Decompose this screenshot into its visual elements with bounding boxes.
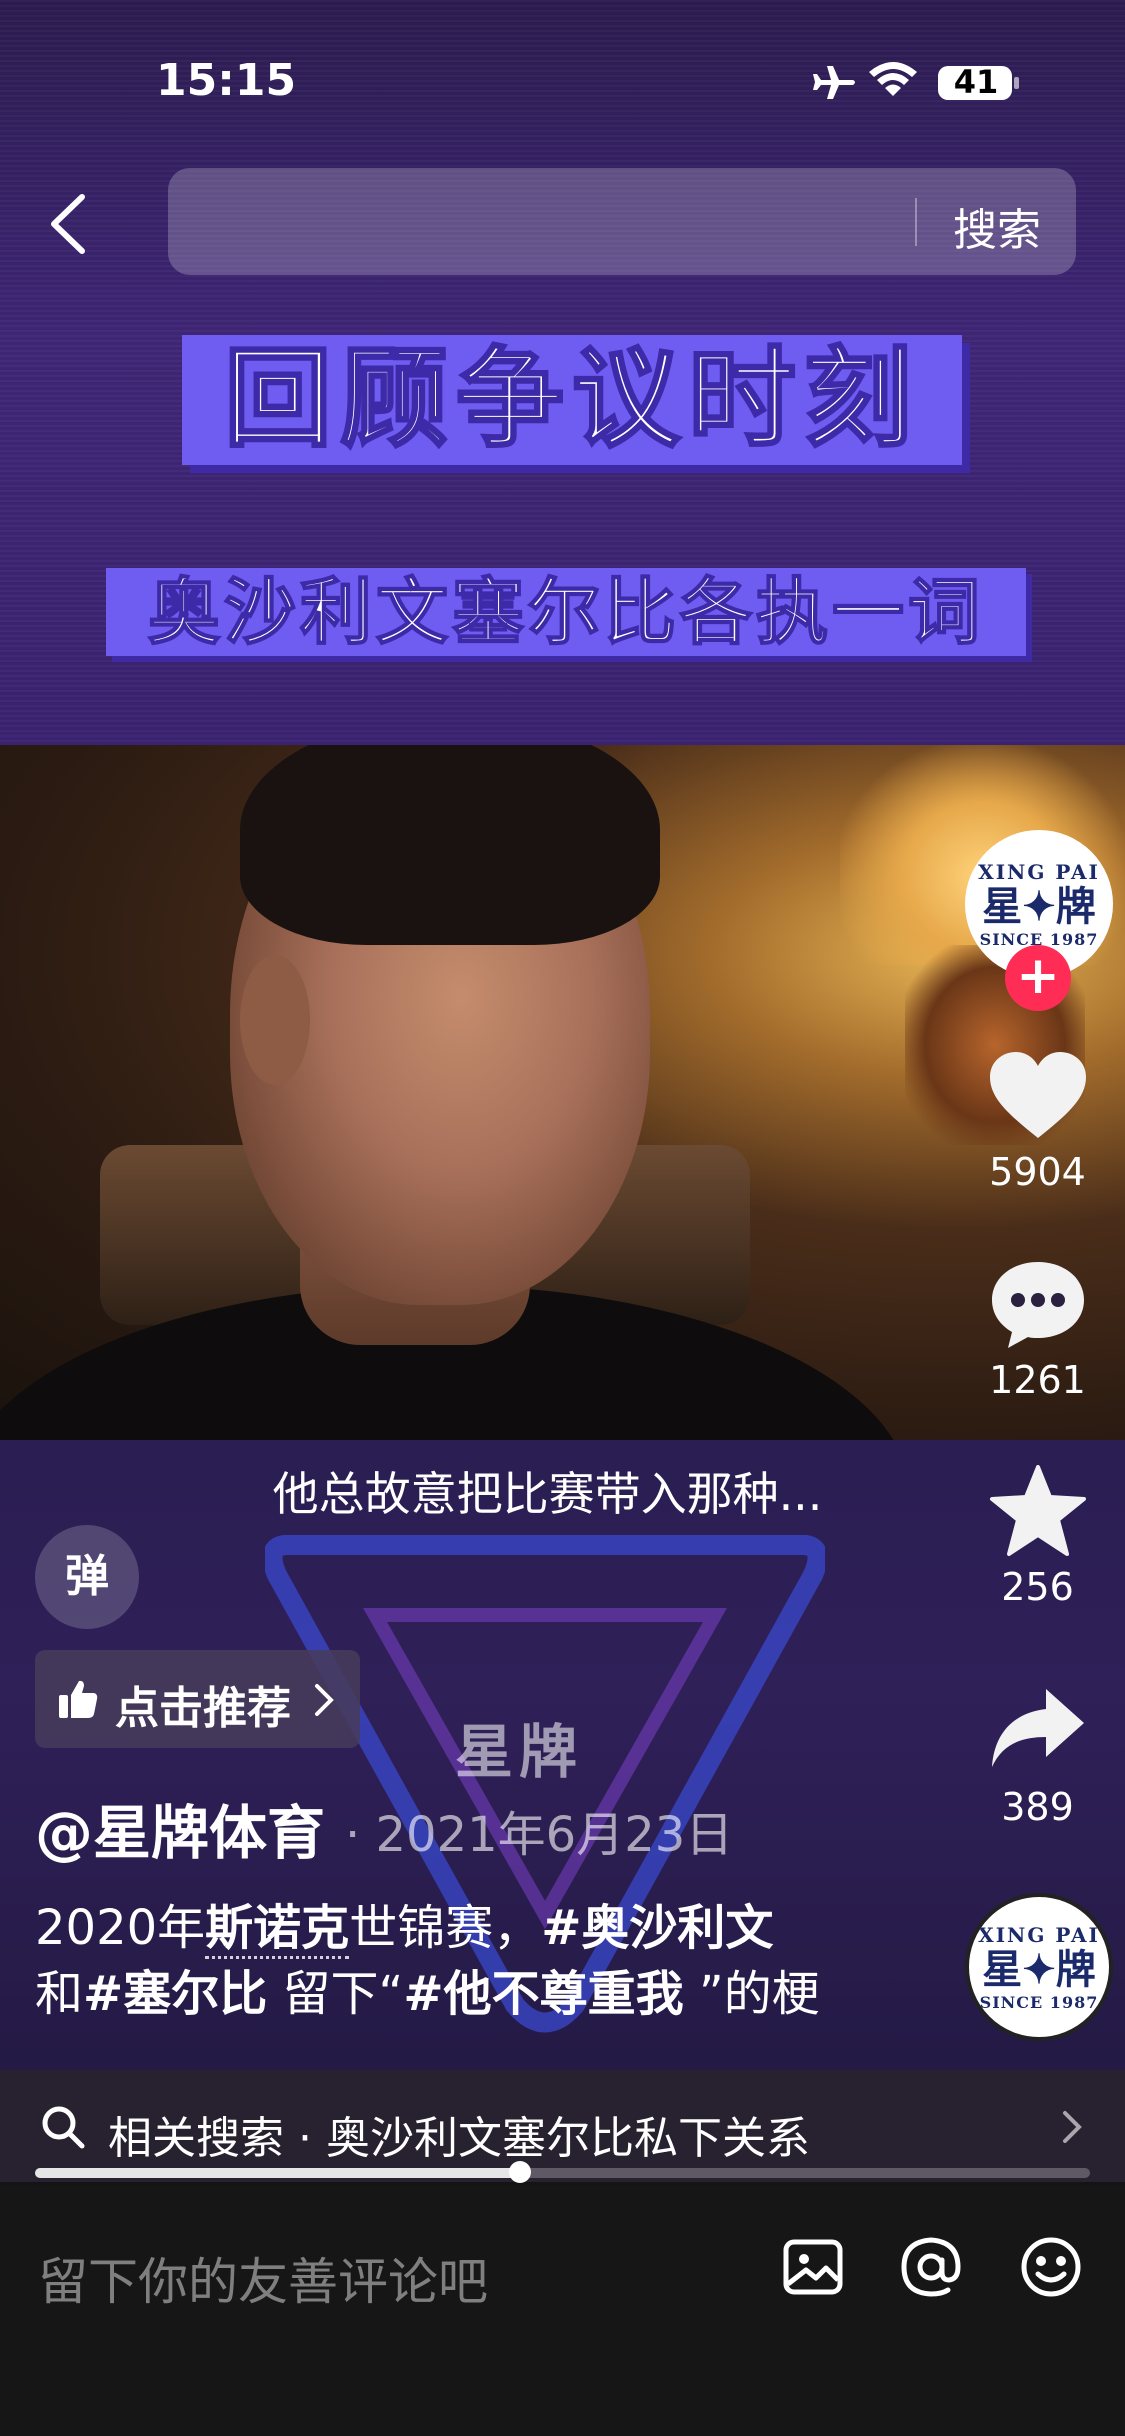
favorite-count: 256: [1001, 1565, 1074, 1609]
star-icon: [989, 1465, 1086, 1556]
search-input[interactable]: 搜索: [168, 168, 1076, 275]
post-description: 2020年斯诺克世锦赛，#奥沙利文 和#塞尔比 留下“#他不尊重我 ”的梗: [35, 1895, 855, 2027]
airplane-icon: [813, 66, 855, 99]
back-arrow-icon[interactable]: [40, 189, 100, 259]
hashtag-link[interactable]: #他不尊重我: [403, 1966, 683, 2022]
comment-count: 1261: [989, 1358, 1086, 1402]
status-time: 15:15: [156, 55, 297, 106]
logo-top-text: XING PAI: [978, 859, 1100, 884]
search-icon: [42, 2106, 85, 2149]
share-count: 389: [1001, 1785, 1074, 1829]
desc-text: 2020年: [35, 1900, 206, 1956]
desc-text: 和: [35, 1966, 84, 2022]
battery-level: 41: [953, 63, 999, 101]
danmaku-toggle-button[interactable]: 弹: [35, 1525, 139, 1629]
post-date: · 2021年6月23日: [345, 1807, 734, 1863]
brand-watermark: 星牌: [455, 1718, 584, 1786]
music-disc[interactable]: XING PAI 星✦牌 SINCE 1987: [965, 1893, 1113, 2041]
like-button[interactable]: 5904: [975, 1050, 1100, 1194]
chevron-right-icon: [315, 1684, 334, 1716]
comment-input[interactable]: 留下你的友善评论吧: [38, 2242, 488, 2314]
search-divider: [915, 198, 917, 246]
share-button[interactable]: 389: [975, 1685, 1100, 1829]
video-caption: 他总故意把比赛带入那种...: [272, 1467, 823, 1521]
desc-text: 世锦赛，: [349, 1900, 542, 1956]
top-nav: 搜索: [0, 165, 1125, 280]
video-title-line2: 奥沙利文塞尔比各执一词: [106, 568, 1026, 656]
related-search-text: 相关搜索 · 奥沙利文塞尔比私下关系: [108, 2113, 810, 2164]
brand-logo: XING PAI 星✦牌 SINCE 1987: [969, 1897, 1109, 2037]
like-count: 5904: [989, 1150, 1086, 1194]
comment-bar: 留下你的友善评论吧: [0, 2186, 1125, 2436]
favorite-button[interactable]: 256: [975, 1465, 1100, 1609]
video-screen[interactable]: 星牌 15:15 41 搜索 回顾争议时刻 奥沙利文塞尔比各执一词 他总故意把比…: [0, 0, 1125, 2436]
person-ear: [240, 955, 310, 1085]
recommend-label: 点击推荐: [115, 1683, 291, 1734]
comment-button[interactable]: 1261: [975, 1258, 1100, 1402]
person-hair: [240, 745, 660, 945]
desc-text: ”的梗: [683, 1966, 820, 2022]
desc-text: 留下“: [267, 1966, 404, 2022]
progress-fill: [35, 2168, 521, 2178]
logo-main-text: 星✦牌: [982, 1945, 1096, 1993]
image-icon[interactable]: [780, 2234, 846, 2300]
chevron-right-icon: [1063, 2111, 1082, 2143]
video-frame[interactable]: [0, 745, 1125, 1440]
comment-bubble-icon: [991, 1262, 1084, 1348]
hashtag-link[interactable]: #塞尔比: [83, 1966, 267, 2022]
heart-icon: [989, 1052, 1086, 1138]
desc-keyword-link[interactable]: 斯诺克: [205, 1900, 350, 1959]
thumbs-up-icon: [59, 1680, 98, 1718]
recommend-button[interactable]: 点击推荐: [35, 1650, 360, 1748]
playback-progress-bar[interactable]: [35, 2161, 1090, 2183]
wifi-icon: [869, 62, 917, 96]
logo-top-text: XING PAI: [978, 1922, 1100, 1947]
follow-button[interactable]: +: [1005, 945, 1071, 1011]
related-search-bar[interactable]: 相关搜索 · 奥沙利文塞尔比私下关系: [0, 2070, 1125, 2182]
share-arrow-icon: [991, 1689, 1084, 1767]
status-bar: 15:15 41: [0, 0, 1125, 150]
search-button[interactable]: 搜索: [953, 194, 1041, 258]
logo-main-text: 星✦牌: [982, 882, 1096, 930]
video-title-line1: 回顾争议时刻: [182, 335, 962, 465]
emoji-icon[interactable]: [1018, 2234, 1084, 2300]
at-mention-icon[interactable]: [898, 2234, 964, 2300]
hashtag-link[interactable]: #奥沙利文: [541, 1900, 773, 1956]
author-name[interactable]: @星牌体育: [35, 1786, 325, 1870]
logo-bottom-text: SINCE 1987: [979, 1992, 1099, 2012]
